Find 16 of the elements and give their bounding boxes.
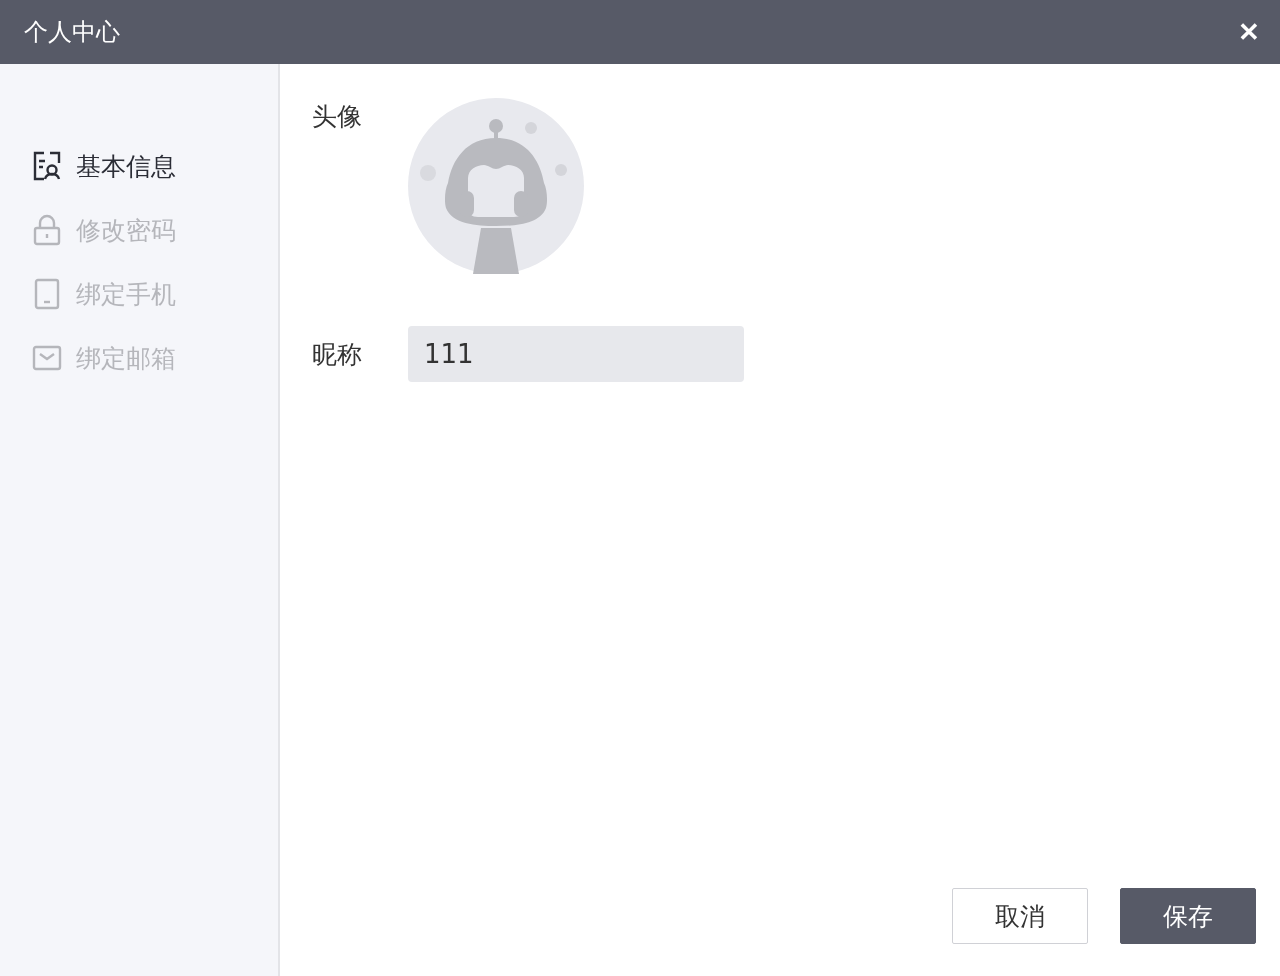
mail-icon	[32, 344, 62, 372]
lock-icon	[32, 214, 62, 246]
close-button[interactable]: ✕	[1230, 12, 1268, 52]
phone-icon	[32, 278, 62, 310]
sidebar-item-label: 修改密码	[76, 214, 176, 247]
sidebar-item[interactable]: 基本信息	[0, 146, 278, 186]
sidebar-item-label: 绑定邮箱	[76, 342, 176, 375]
window-title: 个人中心	[24, 17, 120, 48]
nickname-label: 昵称	[312, 338, 363, 371]
save-button[interactable]: 保存	[1120, 888, 1256, 944]
avatar-label: 头像	[312, 101, 363, 133]
sidebar-item-label: 绑定手机	[76, 278, 176, 311]
cancel-button[interactable]: 取消	[952, 888, 1088, 944]
sidebar-item-label: 基本信息	[76, 150, 176, 183]
profile-card-icon	[32, 151, 62, 181]
nickname-field[interactable]: 111	[408, 326, 744, 382]
